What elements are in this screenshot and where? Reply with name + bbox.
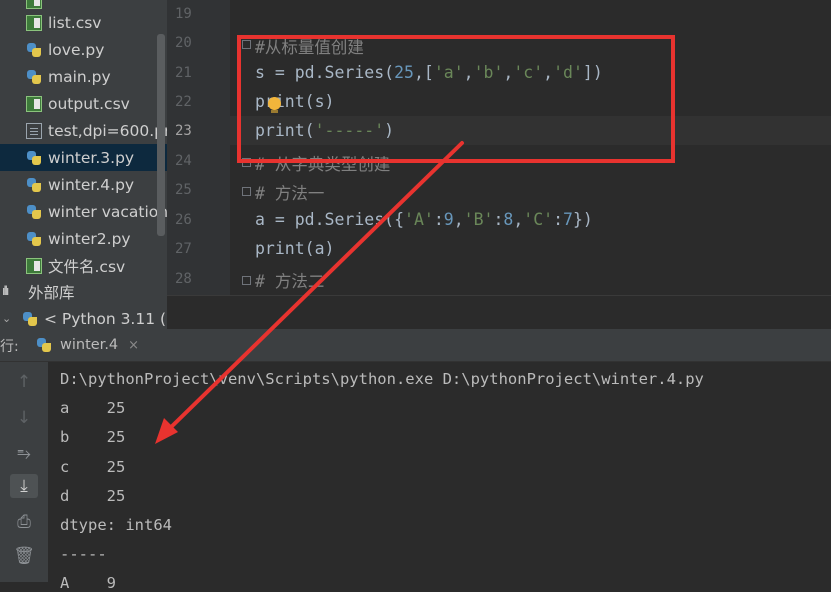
tree-item-list-csv[interactable]: list.csv — [0, 9, 167, 36]
python-file-icon — [36, 337, 52, 353]
run-console[interactable] — [48, 362, 831, 582]
tree-item-winter-4-py[interactable]: winter.4.py — [0, 171, 167, 198]
tree-item-python-sdk[interactable]: ⌄ < Python 3.11 ( — [0, 305, 167, 329]
project-tree: list.csv love.py main.py output.csv test… — [0, 0, 167, 329]
run-tool-header: 行: winter.4 × — [0, 329, 831, 362]
line-number: 23 — [175, 123, 192, 139]
tree-item-label: winter.4.py — [48, 175, 135, 194]
code-line-26[interactable]: a = pd.Series({'A':9,'B':8,'C':7}) — [255, 210, 593, 229]
tree-item-filename-csv[interactable]: 文件名.csv — [0, 252, 167, 279]
annotation-highlight-box — [237, 35, 675, 163]
tree-item-label: output.csv — [48, 94, 130, 113]
console-line: dtype: int64 — [60, 516, 172, 534]
console-line: b 25 — [60, 428, 126, 446]
python-file-icon — [26, 42, 42, 58]
console-line: ----- — [60, 545, 107, 563]
csv-file-icon — [26, 0, 42, 9]
code-line-28[interactable]: # 方法二 — [255, 268, 324, 292]
tree-item-label: 外部库 — [28, 283, 75, 302]
csv-file-icon — [26, 257, 42, 274]
line-number: 26 — [175, 212, 192, 228]
tree-item-label: < Python 3.11 ( — [44, 309, 167, 328]
line-number: 20 — [175, 35, 192, 51]
tree-item-output-csv[interactable]: output.csv — [0, 90, 167, 117]
console-line: d 25 — [60, 487, 126, 505]
tree-item-label: list.csv — [48, 13, 102, 32]
run-side-toolbar: ↑ ↓ ⥱ ⤓ ⎙ 🗑 — [0, 362, 48, 582]
arrow-down-icon[interactable]: ↓ — [10, 406, 38, 430]
line-number: 24 — [175, 153, 192, 169]
run-label: 行: — [0, 339, 19, 355]
console-line: A 9 — [60, 574, 116, 592]
line-number: 19 — [175, 6, 192, 22]
line-number: 22 — [175, 94, 192, 110]
editor-divider — [167, 295, 831, 296]
tree-item-label: winter2.py — [48, 229, 131, 248]
library-icon: ıllı — [2, 283, 9, 298]
tree-item-label: winter.3.py — [48, 148, 135, 167]
tree-item-label: winter vacation — [48, 202, 167, 221]
tree-item-label: main.py — [48, 67, 111, 86]
python-file-icon — [26, 231, 42, 247]
console-line: D:\pythonProject\venv\Scripts\python.exe… — [60, 370, 704, 388]
tree-item-winter-vacation[interactable]: winter vacation — [0, 198, 167, 225]
text-file-icon — [26, 122, 42, 139]
tree-item-main-py[interactable]: main.py — [0, 63, 167, 90]
tree-scrollbar[interactable] — [157, 34, 165, 236]
tree-item-label: 文件名.csv — [48, 257, 126, 276]
trash-icon[interactable]: 🗑 — [10, 544, 38, 568]
chevron-down-icon[interactable]: ⌄ — [2, 312, 22, 325]
tree-item-test-dpi[interactable]: test,dpi=600.pr — [0, 117, 167, 144]
line-number: 25 — [175, 182, 192, 198]
code-line-25[interactable]: # 方法一 — [255, 180, 324, 204]
tree-item-external-libraries[interactable]: ıllı 外部库 — [0, 278, 167, 305]
tree-item-love-py[interactable]: love.py — [0, 36, 167, 63]
tree-item-label: love.py — [48, 40, 105, 59]
print-icon[interactable]: ⎙ — [10, 510, 38, 534]
arrow-up-icon[interactable]: ↑ — [10, 370, 38, 394]
python-file-icon — [26, 150, 42, 166]
fold-marker-icon[interactable] — [242, 187, 251, 196]
python-file-icon — [26, 69, 42, 85]
line-number: 28 — [175, 271, 192, 287]
python-file-icon — [26, 177, 42, 193]
csv-file-icon — [26, 14, 42, 31]
line-number: 27 — [175, 241, 192, 257]
python-sdk-icon — [22, 311, 38, 327]
close-icon[interactable]: × — [128, 338, 139, 353]
console-line: a 25 — [60, 399, 126, 417]
fold-marker-icon[interactable] — [242, 276, 251, 285]
python-file-icon — [26, 204, 42, 220]
csv-file-icon — [26, 95, 42, 112]
run-tab-label: winter.4 — [60, 337, 119, 353]
tree-item-winter-3-py[interactable]: winter.3.py — [0, 144, 167, 171]
tree-item-winter2-py[interactable]: winter2.py — [0, 225, 167, 252]
scroll-to-end-icon[interactable]: ⤓ — [10, 474, 38, 498]
console-line: c 25 — [60, 458, 126, 476]
tree-item-label: test,dpi=600.pr — [48, 121, 167, 140]
line-number: 21 — [175, 65, 192, 81]
code-line-27[interactable]: print(a) — [255, 239, 334, 258]
soft-wrap-icon[interactable]: ⥱ — [10, 442, 38, 466]
run-tab-winter-4[interactable]: winter.4 × — [36, 329, 139, 361]
